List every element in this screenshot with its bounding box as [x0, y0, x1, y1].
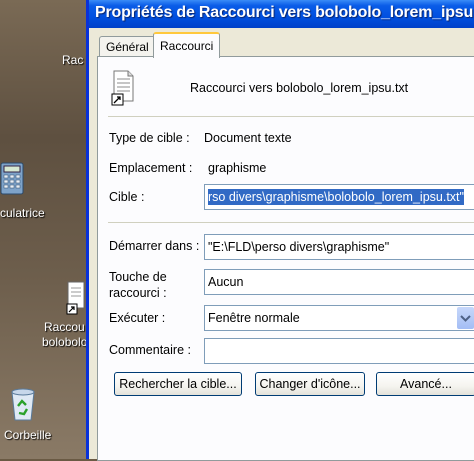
run-select[interactable]: Fenêtre normale	[204, 305, 474, 331]
target-label: Cible :	[109, 190, 145, 204]
hotkey-input[interactable]: Aucun	[204, 269, 474, 295]
comment-input[interactable]	[204, 338, 474, 364]
window-title: Propriétés de Raccourci vers bolobolo_lo…	[95, 4, 474, 21]
advanced-button[interactable]: Avancé...	[376, 372, 474, 396]
find-target-button[interactable]: Rechercher la cible...	[114, 372, 242, 396]
target-input-selected-text: rso divers\graphisme\bolobolo_lorem_ipsu…	[208, 189, 464, 205]
desktop-label-partial: Rac	[62, 53, 84, 67]
tab-general[interactable]: Général	[99, 36, 156, 57]
start-in-label: Démarrer dans :	[109, 239, 200, 253]
comment-label: Commentaire :	[109, 343, 191, 357]
text-file-shortcut-icon[interactable]	[66, 280, 86, 319]
tab-raccourci[interactable]: Raccourci	[153, 32, 221, 58]
shortcut-name: Raccourci vers bolobolo_lorem_ipsu.txt	[190, 81, 409, 95]
target-type-label: Type de cible :	[109, 131, 190, 145]
hotkey-label-line1: Touche de	[109, 270, 167, 284]
run-label: Exécuter :	[109, 311, 166, 325]
target-type-value: Document texte	[204, 131, 292, 145]
desktop: Rac culatrice Raccou bolobolo Corbeille	[0, 0, 92, 459]
target-input[interactable]: rso divers\graphisme\bolobolo_lorem_ipsu…	[204, 184, 474, 210]
calculator-label[interactable]: culatrice	[0, 206, 45, 221]
hotkey-label-line2: raccourci :	[109, 286, 167, 300]
location-label: Emplacement :	[109, 161, 193, 175]
calculator-icon[interactable]	[0, 162, 26, 199]
recycle-bin-icon[interactable]	[8, 386, 38, 425]
shortcut-label-line1[interactable]: Raccou	[44, 320, 85, 335]
chevron-down-icon[interactable]	[457, 307, 474, 329]
divider-top	[108, 116, 474, 117]
shortcut-label-line2[interactable]: bolobolo	[42, 335, 87, 350]
location-value: graphisme	[208, 161, 267, 175]
run-select-value: Fenêtre normale	[208, 311, 300, 325]
change-icon-button[interactable]: Changer d'icône...	[255, 372, 365, 396]
title-bar[interactable]: Propriétés de Raccourci vers bolobolo_lo…	[89, 0, 474, 28]
text-file-shortcut-icon	[110, 69, 136, 110]
tab-panel-raccourci: Raccourci vers bolobolo_lorem_ipsu.txt T…	[97, 56, 474, 461]
properties-dialog: Propriétés de Raccourci vers bolobolo_lo…	[86, 0, 474, 461]
divider-middle	[108, 222, 474, 223]
recycle-bin-label[interactable]: Corbeille	[4, 428, 51, 443]
start-in-input[interactable]: "E:\FLD\perso divers\graphisme"	[204, 234, 474, 260]
